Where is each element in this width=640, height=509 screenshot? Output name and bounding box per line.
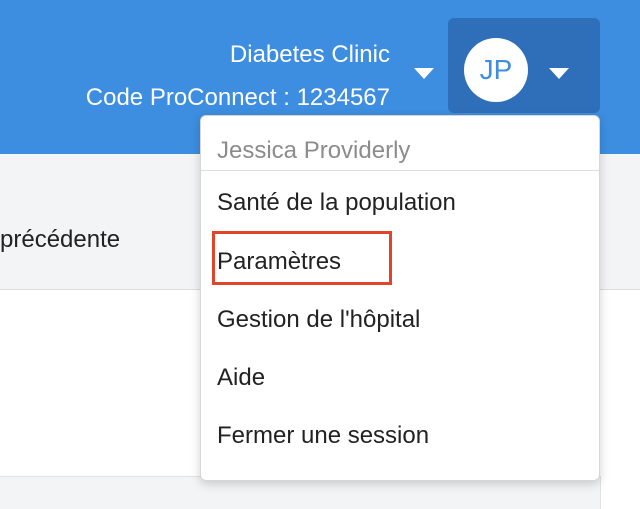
menu-item-sign-out[interactable]: Fermer une session	[217, 422, 429, 450]
clinic-selector[interactable]: Diabetes Clinic Code ProConnect : 123456…	[86, 33, 390, 119]
menu-item-settings[interactable]: Paramètres	[212, 231, 392, 285]
user-dropdown-menu: Jessica Providerly Santé de la populatio…	[200, 115, 600, 481]
proconnect-code[interactable]: Code ProConnect : 1234567	[86, 76, 390, 119]
menu-item-population-health[interactable]: Santé de la population	[217, 189, 456, 217]
dropdown-user-name: Jessica Providerly	[217, 137, 411, 164]
user-chevron-down-icon[interactable]	[549, 68, 569, 79]
menu-item-help[interactable]: Aide	[217, 364, 265, 392]
avatar[interactable]: JP	[464, 38, 528, 102]
menu-item-hospital-management[interactable]: Gestion de l'hôpital	[217, 306, 420, 334]
clinic-chevron-down-icon[interactable]	[414, 68, 434, 79]
highlight-box	[212, 231, 392, 285]
user-menu-button[interactable]: JP	[448, 18, 600, 113]
previous-label[interactable]: précédente	[0, 226, 120, 254]
clinic-name[interactable]: Diabetes Clinic	[86, 33, 390, 76]
dropdown-divider	[201, 170, 599, 171]
